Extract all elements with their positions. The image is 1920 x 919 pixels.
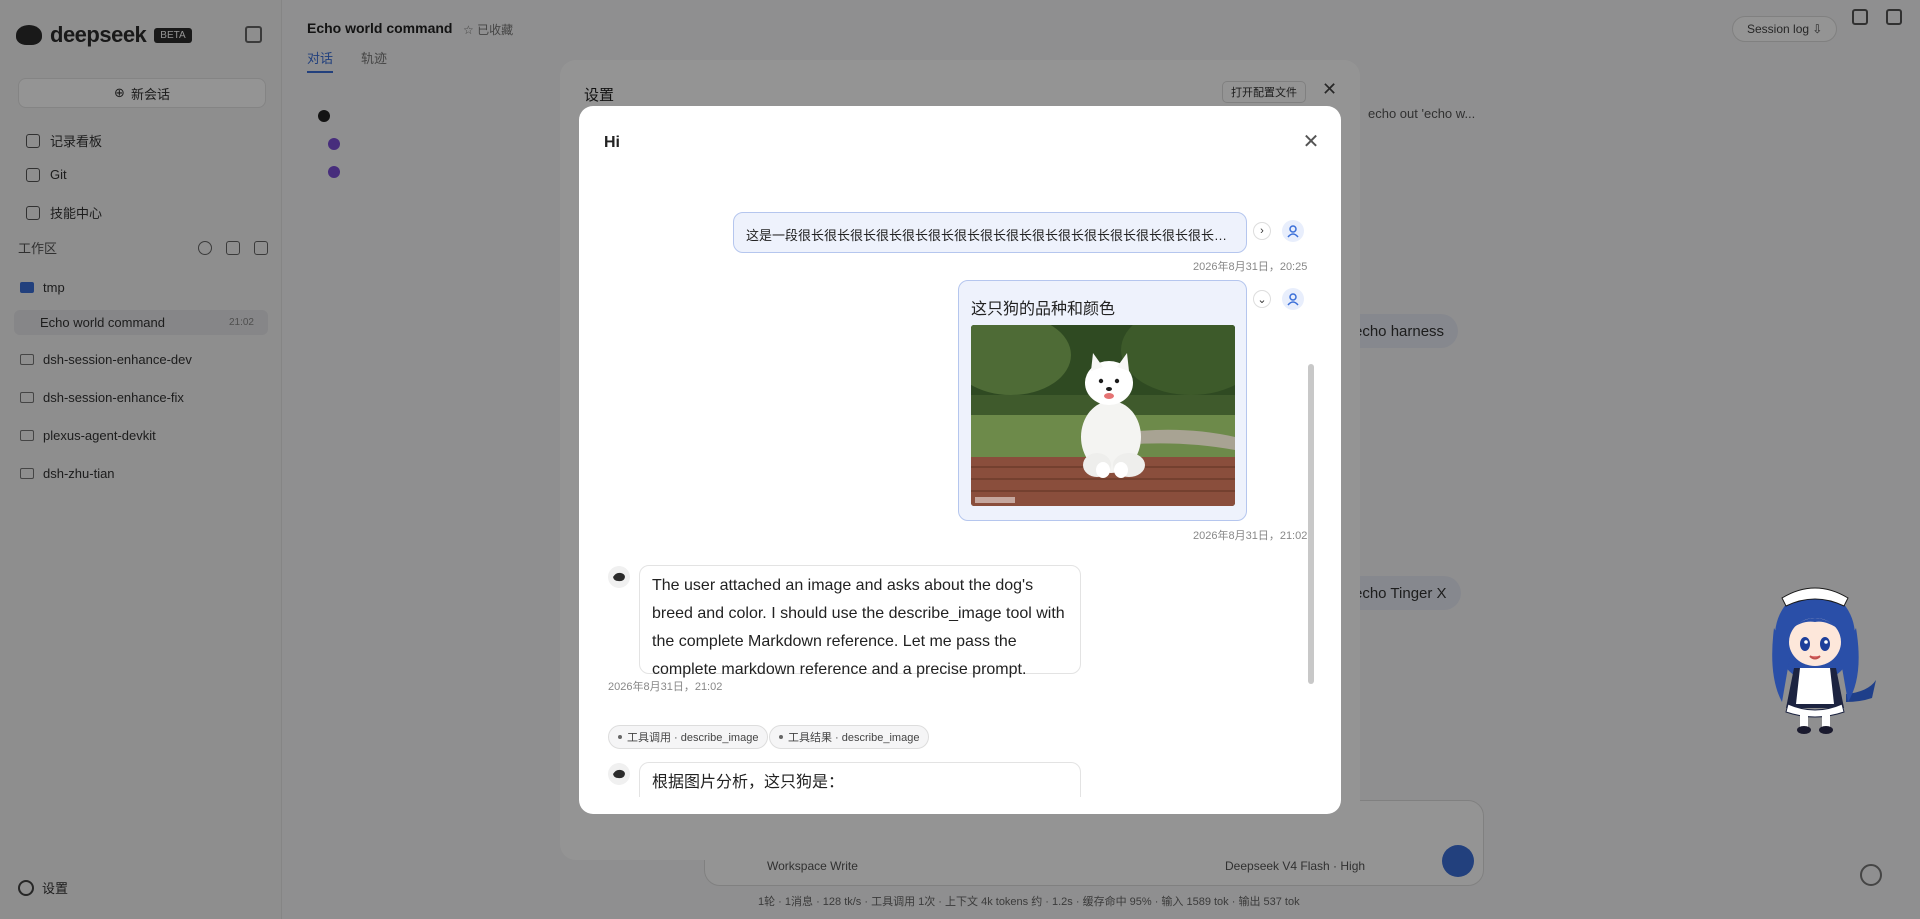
modal-title: Hi — [604, 134, 620, 151]
tool-result-chip[interactable]: 工具结果 · describe_image — [769, 725, 930, 749]
assistant-message: The user attached an image and asks abou… — [639, 565, 1081, 678]
chevron-right-icon[interactable]: › — [1253, 222, 1271, 240]
bullet-icon — [779, 735, 783, 739]
tool-call-label: 工具调用 · describe_image — [627, 732, 759, 744]
close-icon[interactable]: ✕ — [1301, 132, 1321, 152]
user-avatar-icon — [1282, 220, 1304, 242]
bullet-icon — [618, 735, 622, 739]
user-message-text: 这只狗的品种和颜色 — [971, 301, 1116, 318]
user-message-expanded[interactable]: 这只狗的品种和颜色 — [958, 280, 1247, 521]
message-detail-modal: Hi ✕ 这是一段很长很长很长很长很长很长很长很长很长很长很长很长很长很长很长很… — [579, 106, 1341, 814]
message-timestamp: 2026年8月31日，21:02 — [1193, 530, 1308, 542]
user-message-collapsed[interactable]: 这是一段很长很长很长很长很长很长很长很长很长很长很长很长很长很长很长很长很长很长… — [733, 212, 1247, 253]
user-avatar-icon — [1282, 288, 1304, 310]
tool-call-chip[interactable]: 工具调用 · describe_image — [608, 725, 769, 749]
mascot-character-icon — [1772, 587, 1876, 734]
assistant-message: 根据图片分析，这只狗是： — [639, 762, 1081, 797]
assistant-avatar-icon — [608, 763, 630, 785]
attached-dog-image[interactable] — [971, 325, 1235, 506]
tool-result-label: 工具结果 · describe_image — [788, 732, 920, 744]
chevron-down-icon[interactable]: ⌄ — [1253, 290, 1271, 308]
message-list[interactable]: 这是一段很长很长很长很长很长很长很长很长很长很长很长很长很长很长很长很长很长很长… — [579, 194, 1341, 797]
scrollbar-thumb[interactable] — [1308, 364, 1314, 684]
message-timestamp: 2026年8月31日，21:02 — [608, 681, 723, 693]
message-timestamp: 2026年8月31日，20:25 — [1193, 261, 1308, 273]
assistant-avatar-icon — [608, 566, 630, 588]
